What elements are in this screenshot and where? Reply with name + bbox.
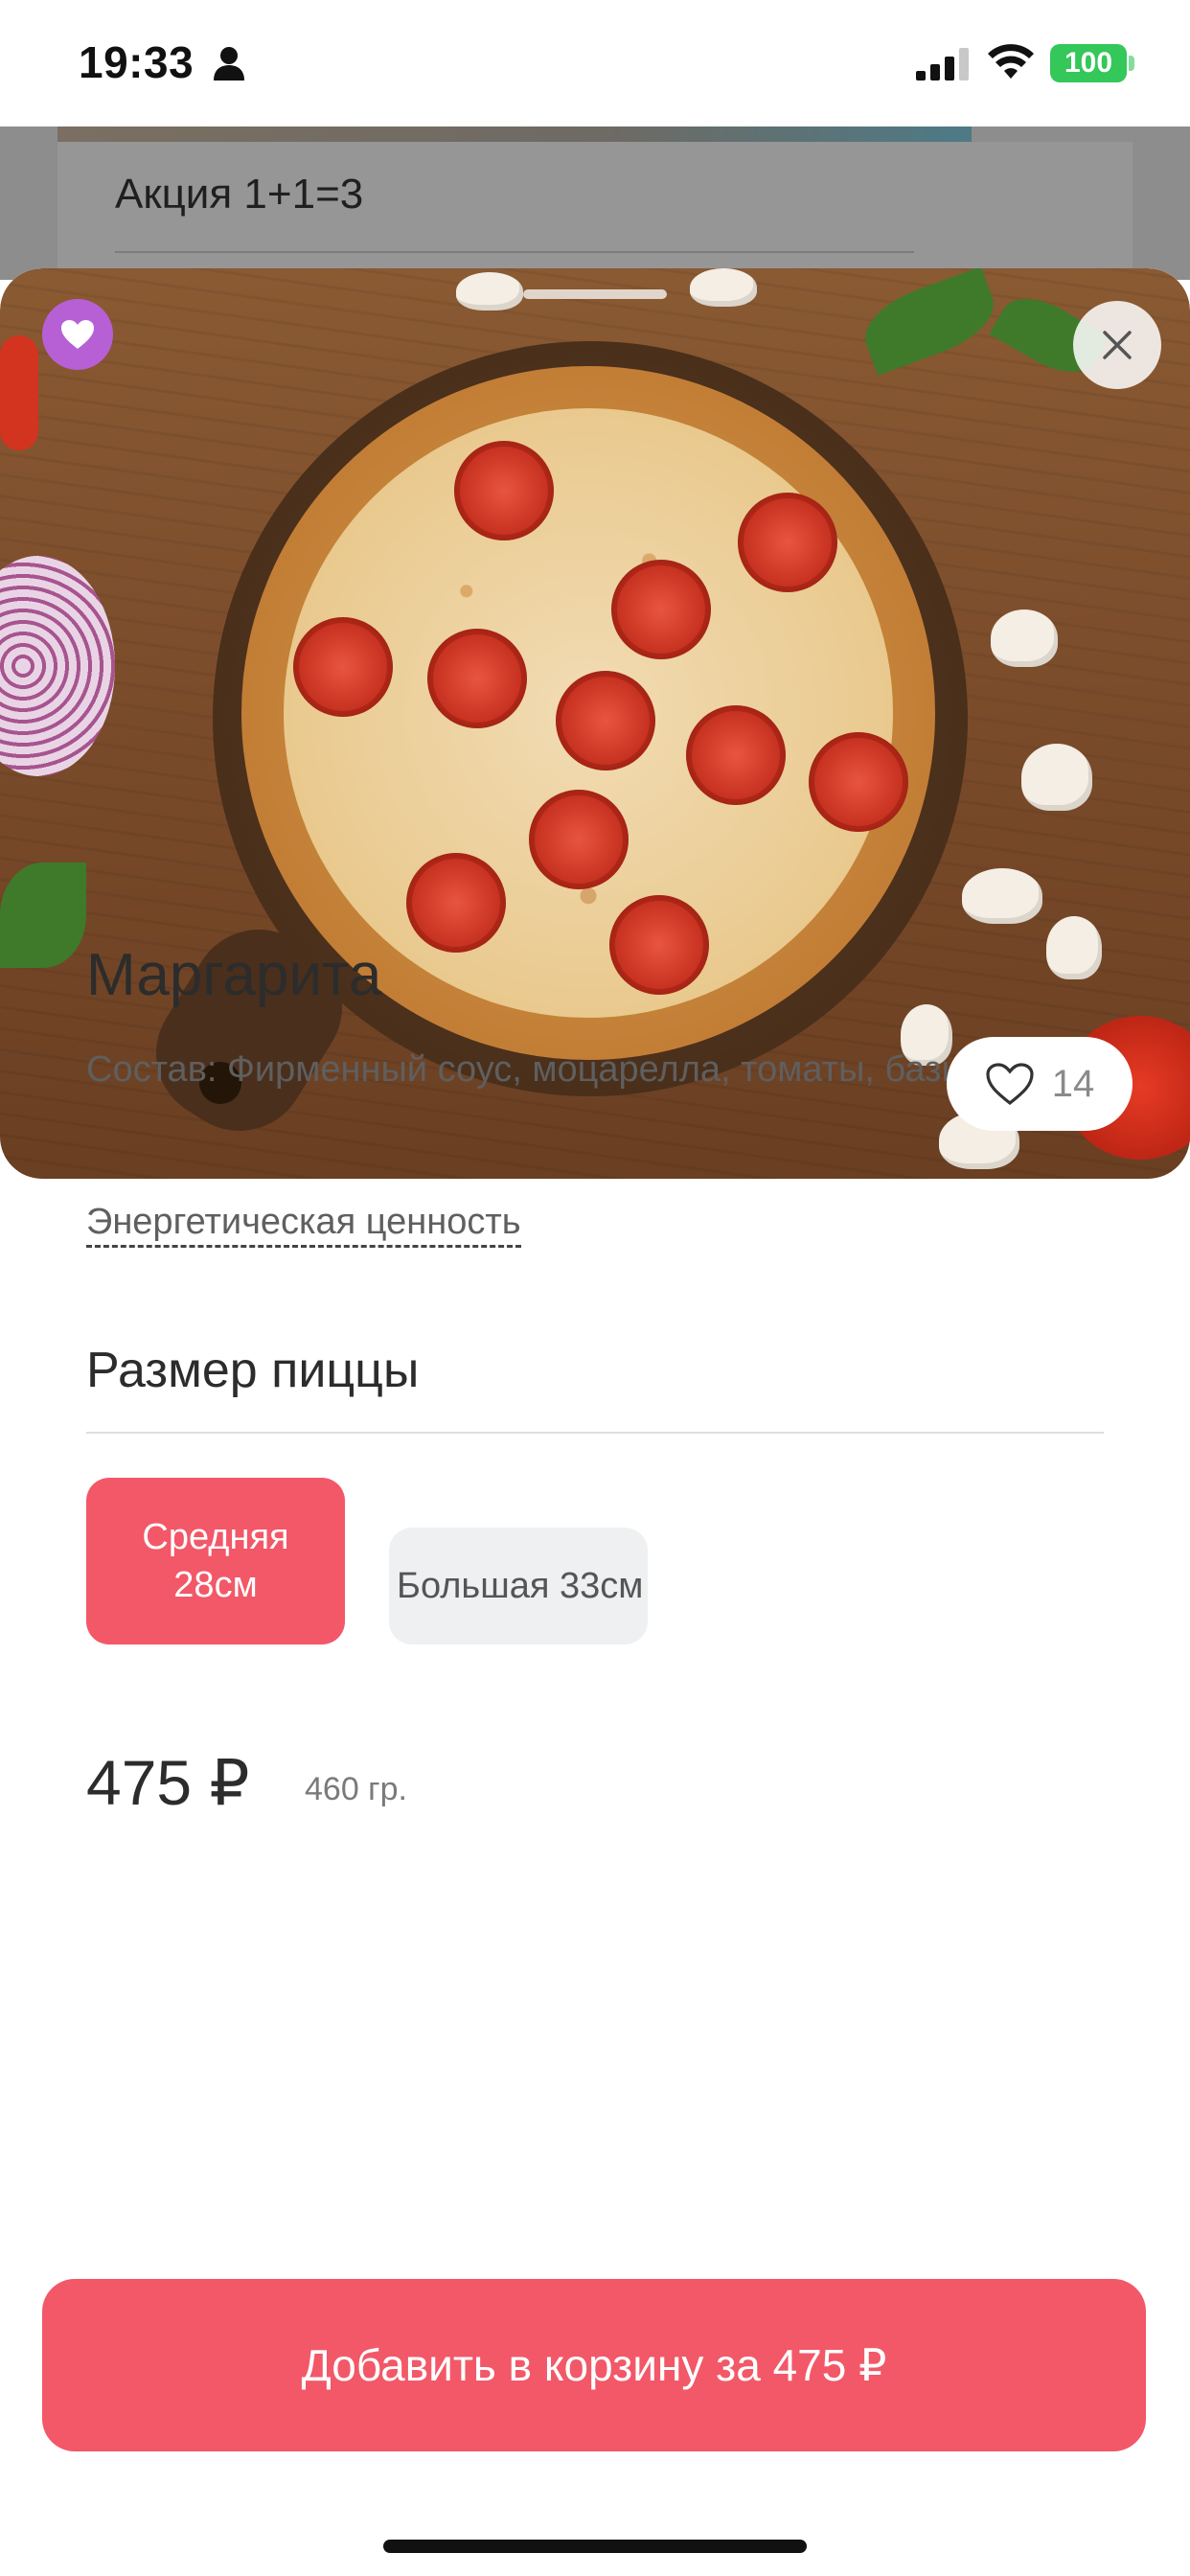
background-page: Акция 1+1=3 <box>0 126 1190 280</box>
close-button[interactable] <box>1073 301 1161 389</box>
decor-pepper <box>0 335 38 450</box>
likes-count: 14 <box>1051 1062 1095 1105</box>
product-price: 475 ₽ <box>86 1747 250 1818</box>
heart-outline-icon <box>986 1063 1034 1106</box>
background-divider <box>115 251 914 253</box>
background-banner <box>57 126 972 142</box>
pizza-tomato <box>686 705 786 805</box>
decor-herbs <box>855 268 1004 376</box>
sheet-drag-handle[interactable] <box>523 289 667 299</box>
product-sheet: 14 Маргарита Состав: Фирменный соус, моц… <box>0 268 1190 2576</box>
decor-basil <box>0 862 86 968</box>
decor-onion <box>0 556 115 776</box>
favorite-badge[interactable] <box>42 299 113 370</box>
pizza-tomato <box>529 790 629 889</box>
decor-mushroom <box>456 272 523 310</box>
pizza-tomato <box>293 617 393 717</box>
pizza-tomato <box>738 493 837 592</box>
status-bar: 19:33 100 <box>0 0 1190 126</box>
pizza-tomato <box>609 895 709 995</box>
product-weight: 460 гр. <box>305 1771 407 1807</box>
size-option-large[interactable]: Большая 33см <box>389 1528 648 1644</box>
size-divider <box>86 1432 1104 1434</box>
wifi-icon <box>988 44 1034 79</box>
battery-tip <box>1129 56 1134 71</box>
decor-mushroom <box>1021 744 1092 811</box>
decor-mushroom <box>1046 916 1102 979</box>
decor-mushroom <box>962 868 1042 924</box>
pizza-tomato <box>427 629 527 728</box>
heart-icon <box>61 320 94 349</box>
signal-icon <box>916 48 969 80</box>
product-title: Маргарита <box>86 942 382 1008</box>
size-option-medium[interactable]: Средняя 28см <box>86 1478 345 1644</box>
pizza-tomato <box>556 671 655 770</box>
add-to-cart-button[interactable]: Добавить в корзину за 475 ₽ <box>42 2279 1146 2451</box>
status-time: 19:33 <box>79 37 195 87</box>
background-promo-label: Акция 1+1=3 <box>115 171 364 218</box>
like-button[interactable]: 14 <box>947 1037 1133 1131</box>
size-section-title: Размер пиццы <box>86 1343 420 1398</box>
product-image: 14 <box>0 268 1190 1179</box>
battery-icon: 100 <box>1050 44 1127 82</box>
decor-mushroom <box>690 268 757 307</box>
home-indicator[interactable] <box>383 2540 807 2553</box>
pizza-tomato <box>809 732 908 832</box>
pizza-tomato <box>406 853 506 953</box>
decor-mushroom <box>991 610 1058 667</box>
pizza-tomato <box>611 560 711 659</box>
person-icon <box>214 47 244 80</box>
pizza-tomato <box>454 441 554 540</box>
energy-value-link[interactable]: Энергетическая ценность <box>86 1202 521 1248</box>
close-icon <box>1103 331 1132 359</box>
